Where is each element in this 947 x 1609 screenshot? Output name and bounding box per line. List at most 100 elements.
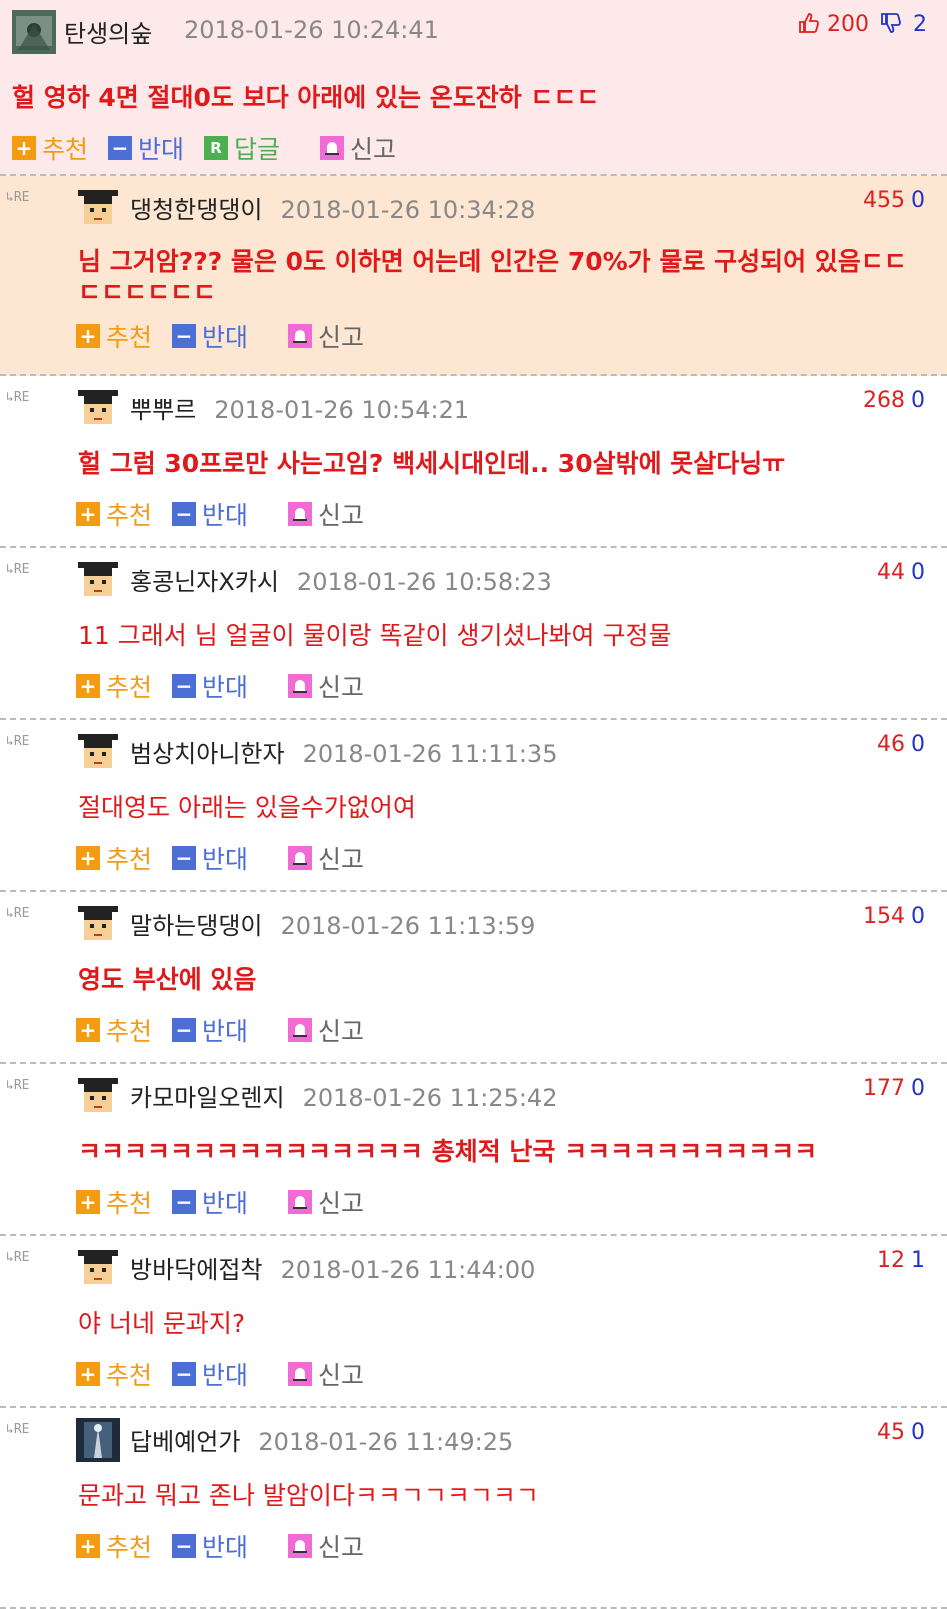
user-avatar[interactable] xyxy=(76,1418,120,1462)
plus-icon: + xyxy=(76,324,100,348)
oppose-button[interactable]: − 반대 xyxy=(172,1012,248,1048)
comment-upvote-count: 45 xyxy=(877,1420,905,1445)
recommend-button[interactable]: + 추천 xyxy=(76,1184,152,1220)
oppose-button[interactable]: − 반대 xyxy=(172,1184,248,1220)
user-avatar[interactable] xyxy=(76,902,120,946)
comment-author[interactable]: 범상치아니한자 xyxy=(130,740,285,768)
comment-author[interactable]: 방바닥에접착 xyxy=(130,1256,262,1284)
comment-upvote-count: 12 xyxy=(877,1248,905,1273)
comment-author[interactable]: 뿌뿌르 xyxy=(130,396,196,424)
siren-icon xyxy=(288,846,313,870)
plus-icon: + xyxy=(76,1362,100,1386)
comment-body: 영도 부산에 있음 xyxy=(78,965,257,994)
user-avatar[interactable] xyxy=(12,10,56,54)
oppose-button[interactable]: − 반대 xyxy=(172,1356,248,1392)
comment-upvote-count: 177 xyxy=(863,1076,905,1101)
report-button[interactable]: 신고 xyxy=(288,1012,364,1048)
recommend-button[interactable]: + 추천 xyxy=(76,840,152,876)
siren-icon xyxy=(288,324,313,348)
comment-downvote-count: 0 xyxy=(911,560,925,585)
comment-upvote-count: 268 xyxy=(863,388,905,413)
original-post: 탄생의숲 2018-01-26 10:24:41 200 2 헐 영하 4면 절… xyxy=(0,0,947,176)
oppose-button[interactable]: − 반대 xyxy=(172,318,248,354)
oppose-button[interactable]: − 반대 xyxy=(108,130,184,166)
comment-downvote-count: 0 xyxy=(911,1076,925,1101)
recommend-button[interactable]: + 추천 xyxy=(76,1012,152,1048)
report-button[interactable]: 신고 xyxy=(288,668,364,704)
comment-vote-counts: 12 1 xyxy=(877,1248,925,1273)
report-button[interactable]: 신고 xyxy=(288,318,364,354)
report-button[interactable]: 신고 xyxy=(288,1528,364,1564)
report-button[interactable]: 신고 xyxy=(288,1184,364,1220)
plus-icon: + xyxy=(76,1534,100,1558)
comment-vote-counts: 154 0 xyxy=(863,904,925,929)
comment-author[interactable]: 카모마일오렌지 xyxy=(130,1084,285,1112)
comment-vote-counts: 45 0 xyxy=(877,1420,925,1445)
comment-upvote-count: 455 xyxy=(863,188,905,213)
comment-timestamp: 2018-01-26 10:34:28 xyxy=(280,196,536,224)
comment-author[interactable]: 홍콩닌자X카시 xyxy=(130,568,279,596)
comment-downvote-count: 0 xyxy=(911,904,925,929)
minus-icon: − xyxy=(172,502,197,526)
plus-icon: + xyxy=(76,1018,100,1042)
minus-icon: − xyxy=(108,136,133,160)
post-vote-counts: 200 2 xyxy=(798,12,927,37)
comment-timestamp: 2018-01-26 11:13:59 xyxy=(280,912,536,940)
recommend-button[interactable]: + 추천 xyxy=(76,668,152,704)
post-timestamp: 2018-01-26 10:24:41 xyxy=(184,16,439,44)
comment-item: ↳RE 홍콩닌자X카시 2018-01-26 10:58:23 44 0 11 그래… xyxy=(0,548,947,720)
plus-icon: + xyxy=(76,674,100,698)
comment-author[interactable]: 답베예언가 xyxy=(130,1428,240,1456)
comment-actions: + 추천 − 반대 신고 xyxy=(76,1356,384,1392)
plus-icon: + xyxy=(12,136,36,160)
reply-indicator-icon: ↳RE xyxy=(6,1422,30,1437)
report-button[interactable]: 신고 xyxy=(288,1356,364,1392)
comment-item: ↳RE 댕청한댕댕이 2018-01-26 10:34:28 455 0 님 그거암… xyxy=(0,176,947,376)
user-avatar[interactable] xyxy=(76,730,120,774)
comment-downvote-count: 0 xyxy=(911,1420,925,1445)
comment-vote-counts: 44 0 xyxy=(877,560,925,585)
user-avatar[interactable] xyxy=(76,1246,120,1290)
recommend-button[interactable]: + 추천 xyxy=(76,496,152,532)
recommend-button[interactable]: + 추천 xyxy=(76,1528,152,1564)
post-actions: + 추천 − 반대 R 답글 신고 xyxy=(12,130,416,166)
post-author[interactable]: 탄생의숲 xyxy=(64,14,152,49)
recommend-button[interactable]: + 추천 xyxy=(12,130,88,166)
siren-icon xyxy=(288,1018,313,1042)
comment-author[interactable]: 댕청한댕댕이 xyxy=(130,196,262,224)
reply-indicator-icon: ↳RE xyxy=(6,734,30,749)
oppose-button[interactable]: − 반대 xyxy=(172,1528,248,1564)
user-avatar[interactable] xyxy=(76,386,120,430)
comment-body: 문과고 뭐고 존나 발암이다ㅋㅋㄱㄱㅋㄱㅋㄱ xyxy=(78,1481,539,1510)
oppose-button[interactable]: − 반대 xyxy=(172,840,248,876)
comment-actions: + 추천 − 반대 신고 xyxy=(76,1184,384,1220)
user-avatar[interactable] xyxy=(76,558,120,602)
oppose-button[interactable]: − 반대 xyxy=(172,668,248,704)
recommend-button[interactable]: + 추천 xyxy=(76,318,152,354)
post-body: 헐 영하 4면 절대0도 보다 아래에 있는 온도잔하 ㄷㄷㄷ xyxy=(12,83,600,112)
report-button[interactable]: 신고 xyxy=(320,130,396,166)
comment-vote-counts: 46 0 xyxy=(877,732,925,757)
siren-icon xyxy=(288,674,313,698)
comment-vote-counts: 177 0 xyxy=(863,1076,925,1101)
siren-icon xyxy=(288,1190,313,1214)
reply-button[interactable]: R 답글 xyxy=(204,130,280,166)
siren-icon xyxy=(288,1362,313,1386)
oppose-button[interactable]: − 반대 xyxy=(172,496,248,532)
recommend-button[interactable]: + 추천 xyxy=(76,1356,152,1392)
comment-body: 야 너네 문과지? xyxy=(78,1309,246,1338)
user-avatar[interactable] xyxy=(76,186,120,230)
minus-icon: − xyxy=(172,324,197,348)
user-avatar[interactable] xyxy=(76,1074,120,1118)
comment-author[interactable]: 말하는댕댕이 xyxy=(130,912,262,940)
comment-timestamp: 2018-01-26 11:44:00 xyxy=(280,1256,536,1284)
report-button[interactable]: 신고 xyxy=(288,496,364,532)
reply-indicator-icon: ↳RE xyxy=(6,1250,30,1265)
comment-timestamp: 2018-01-26 11:11:35 xyxy=(302,740,558,768)
comment-body: 절대영도 아래는 있을수가없어여 xyxy=(78,793,416,822)
comment-body: ㅋㅋㅋㅋㅋㅋㅋㅋㅋㅋㅋㅋㅋㅋㅋ 총체적 난국 ㅋㅋㅋㅋㅋㅋㅋㅋㅋㅋㅋ xyxy=(78,1137,818,1166)
comment-body: 님 그거암??? 물은 0도 이하면 어는데 인간은 70%가 물로 구성되어 … xyxy=(78,247,907,307)
report-button[interactable]: 신고 xyxy=(288,840,364,876)
thumbs-down-icon xyxy=(880,12,909,37)
thumbs-up-icon xyxy=(798,12,827,37)
